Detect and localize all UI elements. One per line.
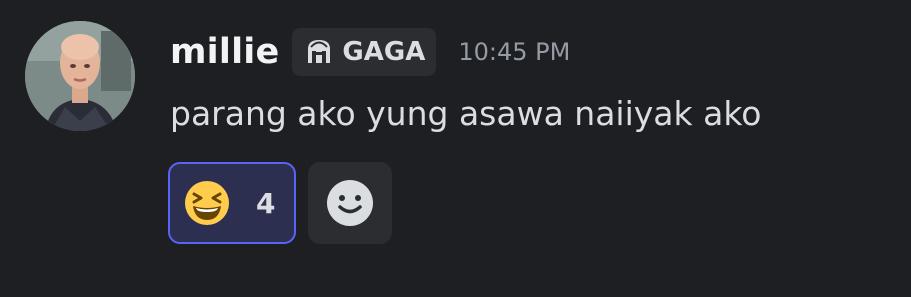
chat-message: millie GAGA 10:45 PM parang ako yung asa… <box>0 0 911 297</box>
avatar[interactable] <box>25 21 135 131</box>
crest-icon <box>308 40 331 63</box>
message-text: parang ako yung asawa naiiyak ako <box>170 94 762 133</box>
reaction-laughing[interactable]: 4 <box>168 162 296 244</box>
server-tag-label: GAGA <box>342 37 426 67</box>
laughing-face-emoji <box>185 181 229 225</box>
reactions-bar: 4 <box>168 162 392 244</box>
username[interactable]: millie <box>170 32 279 72</box>
avatar-image <box>25 21 135 131</box>
reaction-count: 4 <box>256 186 276 220</box>
message-header: millie GAGA 10:45 PM <box>170 26 570 78</box>
smile-icon <box>327 180 373 226</box>
server-tag[interactable]: GAGA <box>292 28 437 76</box>
add-reaction-button[interactable] <box>308 162 392 244</box>
timestamp[interactable]: 10:45 PM <box>458 38 570 66</box>
